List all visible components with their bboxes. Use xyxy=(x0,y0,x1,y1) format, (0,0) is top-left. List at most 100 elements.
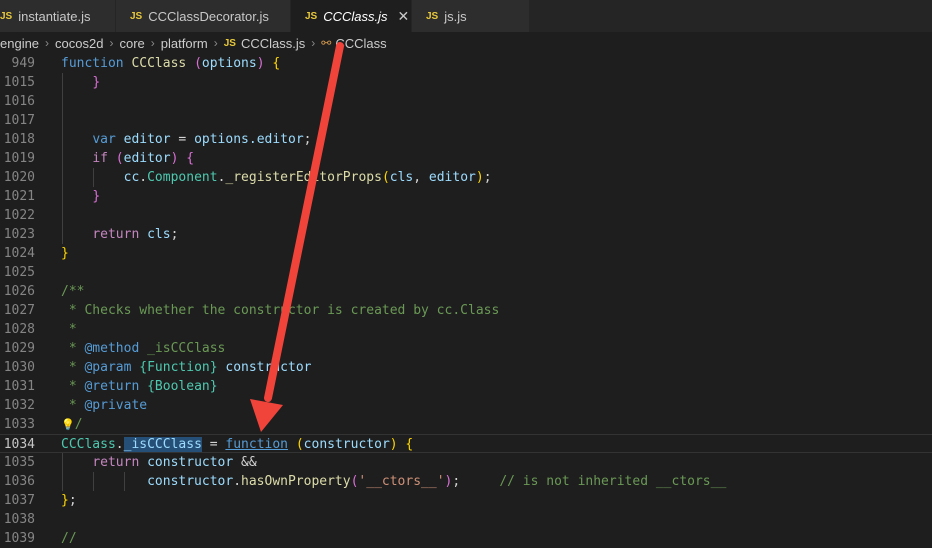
tab-instantiate-js[interactable]: JS instantiate.js xyxy=(0,0,116,32)
line-number: 1015 xyxy=(3,75,35,90)
line-content: constructor.hasOwnProperty('__ctors__');… xyxy=(147,474,727,489)
line-content: var editor = options.editor; xyxy=(92,132,312,147)
line-content: // xyxy=(61,531,77,546)
line-number: 1028 xyxy=(3,322,35,337)
line-content: * xyxy=(61,322,77,337)
js-file-icon: JS xyxy=(223,37,236,49)
code-line: 1027 * Checks whether the constructor is… xyxy=(0,301,932,320)
tab-label: CCClass.js xyxy=(323,8,388,24)
breadcrumb-item-symbol[interactable]: CCClass xyxy=(335,36,386,51)
line-content: * @private xyxy=(61,398,148,413)
code-line: 1016 xyxy=(0,92,932,111)
breadcrumb-item-cocos2d[interactable]: cocos2d xyxy=(55,36,103,51)
breadcrumb-item-file[interactable]: CCClass.js xyxy=(241,36,305,51)
code-line: 1039 // xyxy=(0,529,932,548)
line-content: function CCClass (options) { xyxy=(61,56,281,71)
code-line: 1038 xyxy=(0,510,932,529)
code-line: 1026 /** xyxy=(0,282,932,301)
breadcrumb-item-platform[interactable]: platform xyxy=(161,36,208,51)
tab-js-js[interactable]: JS js.js xyxy=(412,0,530,32)
line-number: 1025 xyxy=(3,265,35,280)
js-file-icon: JS xyxy=(305,10,318,22)
code-line: 1023 return cls; xyxy=(0,225,932,244)
line-content: * @return {Boolean} xyxy=(61,379,218,394)
tab-label: CCClassDecorator.js xyxy=(148,8,269,24)
code-line: 1028 * xyxy=(0,320,932,339)
line-number: 1039 xyxy=(3,531,35,546)
code-editor[interactable]: 949 function CCClass (options) { 1015 } … xyxy=(0,54,932,546)
tab-ccclassdecorator-js[interactable]: JS CCClassDecorator.js xyxy=(116,0,291,32)
chevron-right-icon: › xyxy=(311,36,316,50)
code-line: 1021 } xyxy=(0,187,932,206)
line-number: 1034 xyxy=(3,437,35,452)
line-number: 1024 xyxy=(3,246,35,261)
function-link[interactable]: function xyxy=(225,437,288,452)
line-content: } xyxy=(92,189,101,204)
line-content: * Checks whether the constructor is crea… xyxy=(61,303,500,318)
line-content: * @param {Function} constructor xyxy=(61,360,312,375)
code-line: 1019 if (editor) { xyxy=(0,149,932,168)
breadcrumb: engine › cocos2d › core › platform › JS … xyxy=(0,32,932,54)
code-line: 1020 cc.Component._registerEditorProps(c… xyxy=(0,168,932,187)
line-content: CCClass._isCCClass = function (construct… xyxy=(61,437,414,452)
line-number: 1018 xyxy=(3,132,35,147)
code-line-current: 1034 CCClass._isCCClass = function (cons… xyxy=(0,434,932,453)
class-symbol-icon: ⚯ xyxy=(321,36,332,50)
code-line: 1032 * @private xyxy=(0,396,932,415)
line-number: 1027 xyxy=(3,303,35,318)
breadcrumb-item-core[interactable]: core xyxy=(119,36,144,51)
chevron-right-icon: › xyxy=(150,36,155,50)
line-content: 💡/ xyxy=(61,417,83,432)
line-content: } xyxy=(61,246,69,261)
editor-tab-bar: JS instantiate.js JS CCClassDecorator.js… xyxy=(0,0,932,32)
code-line: 1037 }; xyxy=(0,491,932,510)
tab-label: instantiate.js xyxy=(18,8,91,24)
line-content: cc.Component._registerEditorProps(cls, e… xyxy=(123,170,492,185)
line-number: 1036 xyxy=(3,474,35,489)
breadcrumb-item-engine[interactable]: engine xyxy=(0,36,39,51)
line-number: 1029 xyxy=(3,341,35,356)
line-number: 1023 xyxy=(3,227,35,242)
tab-ccclass-js[interactable]: JS CCClass.js ✕ xyxy=(291,0,412,32)
code-line: 1030 * @param {Function} constructor xyxy=(0,358,932,377)
line-number: 1033 xyxy=(3,417,35,432)
code-line: 949 function CCClass (options) { xyxy=(0,54,932,73)
code-line: 1015 } xyxy=(0,73,932,92)
code-line: 1036 constructor.hasOwnProperty('__ctors… xyxy=(0,472,932,491)
line-number: 1037 xyxy=(3,493,35,508)
line-number: 1021 xyxy=(3,189,35,204)
code-line: 1022 xyxy=(0,206,932,225)
chevron-right-icon: › xyxy=(109,36,114,50)
line-number: 1031 xyxy=(3,379,35,394)
line-number: 1032 xyxy=(3,398,35,413)
line-content: /** xyxy=(61,284,85,299)
line-number: 1038 xyxy=(3,512,35,527)
line-number: 1019 xyxy=(3,151,35,166)
line-content: return cls; xyxy=(92,227,179,242)
code-line: 1025 xyxy=(0,263,932,282)
line-number: 1035 xyxy=(3,455,35,470)
code-line: 1029 * @method _isCCClass xyxy=(0,339,932,358)
close-icon[interactable]: ✕ xyxy=(398,8,410,25)
line-number: 949 xyxy=(11,56,35,71)
code-line: 1035 return constructor && xyxy=(0,453,932,472)
code-line: 1024 } xyxy=(0,244,932,263)
line-content: }; xyxy=(61,493,77,508)
code-line: 1018 var editor = options.editor; xyxy=(0,130,932,149)
line-content: return constructor && xyxy=(92,455,257,470)
line-number: 1017 xyxy=(3,113,35,128)
line-content: if (editor) { xyxy=(92,151,195,166)
code-line: 1017 xyxy=(0,111,932,130)
chevron-right-icon: › xyxy=(45,36,50,50)
tab-label: js.js xyxy=(444,8,467,24)
line-number: 1026 xyxy=(3,284,35,299)
code-line: 1031 * @return {Boolean} xyxy=(0,377,932,396)
chevron-right-icon: › xyxy=(213,36,218,50)
lightbulb-icon[interactable]: 💡 xyxy=(61,418,75,431)
line-number: 1022 xyxy=(3,208,35,223)
js-file-icon: JS xyxy=(0,10,13,22)
line-number: 1016 xyxy=(3,94,35,109)
line-number: 1030 xyxy=(3,360,35,375)
js-file-icon: JS xyxy=(426,10,439,22)
line-content: } xyxy=(92,75,101,90)
